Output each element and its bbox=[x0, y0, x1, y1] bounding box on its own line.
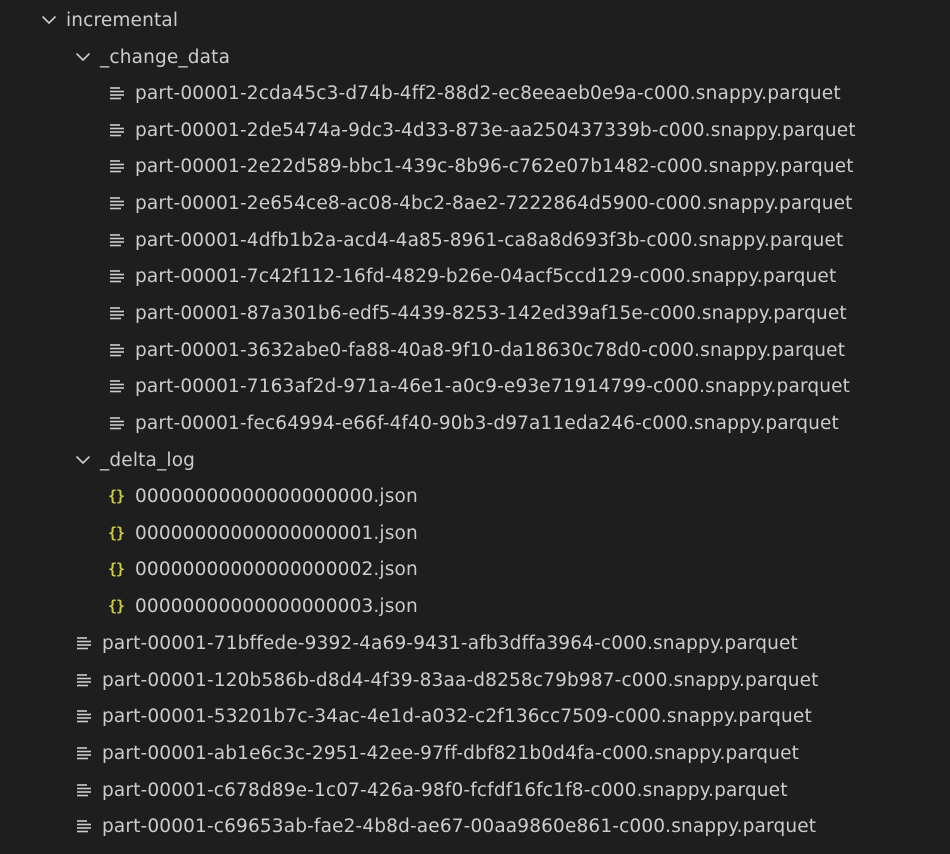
folder-delta-log[interactable]: _delta_log bbox=[74, 442, 195, 478]
folder-change-data[interactable]: _change_data bbox=[74, 39, 230, 75]
file-lines-icon bbox=[109, 342, 125, 358]
file-lines-icon bbox=[109, 268, 125, 284]
file-item[interactable]: part-00001-ab1e6c3c-2951-42ee-97ff-dbf82… bbox=[76, 735, 799, 771]
file-label: 00000000000000000003.json bbox=[135, 595, 418, 617]
file-lines-icon bbox=[109, 85, 125, 101]
file-item[interactable]: {} 00000000000000000002.json bbox=[105, 551, 418, 587]
file-item[interactable]: {} 00000000000000000001.json bbox=[105, 515, 418, 551]
file-lines-icon bbox=[76, 745, 92, 761]
file-label: part-00001-71bffede-9392-4a69-9431-afb3d… bbox=[102, 632, 798, 654]
folder-label: incremental bbox=[66, 9, 179, 31]
json-braces-icon: {} bbox=[107, 487, 125, 505]
file-lines-icon bbox=[76, 672, 92, 688]
file-item[interactable]: part-00001-87a301b6-edf5-4439-8253-142ed… bbox=[109, 295, 847, 331]
file-item[interactable]: part-00001-fec64994-e66f-4f40-90b3-d97a1… bbox=[109, 405, 839, 441]
file-lines-icon bbox=[109, 232, 125, 248]
json-braces-icon: {} bbox=[107, 560, 125, 578]
file-label: part-00001-2e654ce8-ac08-4bc2-8ae2-72228… bbox=[135, 192, 853, 214]
folder-label: _change_data bbox=[100, 46, 231, 68]
file-lines-icon bbox=[109, 158, 125, 174]
file-item[interactable]: part-00001-3632abe0-fa88-40a8-9f10-da186… bbox=[109, 332, 845, 368]
folder-label: _delta_log bbox=[100, 449, 196, 471]
file-item[interactable]: part-00001-7163af2d-971a-46e1-a0c9-e93e7… bbox=[109, 368, 850, 404]
file-item[interactable]: part-00001-120b586b-d8d4-4f39-83aa-d8258… bbox=[76, 662, 819, 698]
file-item[interactable]: part-00001-71bffede-9392-4a69-9431-afb3d… bbox=[76, 625, 798, 661]
file-label: part-00001-fec64994-e66f-4f40-90b3-d97a1… bbox=[135, 412, 839, 434]
file-label: part-00001-4dfb1b2a-acd4-4a85-8961-ca8a8… bbox=[135, 229, 844, 251]
file-label: 00000000000000000002.json bbox=[135, 558, 418, 580]
file-lines-icon bbox=[109, 305, 125, 321]
file-label: part-00001-53201b7c-34ac-4e1d-a032-c2f13… bbox=[102, 705, 812, 727]
file-lines-icon bbox=[76, 782, 92, 798]
chevron-down-icon[interactable] bbox=[74, 48, 92, 66]
file-item[interactable]: part-00001-c678d89e-1c07-426a-98f0-fcfdf… bbox=[76, 772, 788, 808]
file-label: part-00001-c678d89e-1c07-426a-98f0-fcfdf… bbox=[102, 779, 788, 801]
file-item[interactable]: part-00001-2de5474a-9dc3-4d33-873e-aa250… bbox=[109, 112, 856, 148]
file-explorer-tree: incremental _change_data part-00001-2cda… bbox=[0, 0, 950, 854]
file-item[interactable]: part-00001-2cda45c3-d74b-4ff2-88d2-ec8ee… bbox=[109, 75, 841, 111]
chevron-down-icon[interactable] bbox=[74, 451, 92, 469]
file-label: part-00001-2de5474a-9dc3-4d33-873e-aa250… bbox=[135, 119, 856, 141]
file-label: part-00001-ab1e6c3c-2951-42ee-97ff-dbf82… bbox=[102, 742, 800, 764]
file-label: part-00001-87a301b6-edf5-4439-8253-142ed… bbox=[135, 302, 847, 324]
file-label: 00000000000000000001.json bbox=[135, 522, 418, 544]
file-label: part-00001-7163af2d-971a-46e1-a0c9-e93e7… bbox=[135, 375, 851, 397]
json-braces-icon: {} bbox=[107, 597, 125, 615]
file-item[interactable]: part-00001-2e654ce8-ac08-4bc2-8ae2-72228… bbox=[109, 185, 853, 221]
file-label: part-00001-2e22d589-bbc1-439c-8b96-c762e… bbox=[135, 155, 854, 177]
file-label: part-00001-120b586b-d8d4-4f39-83aa-d8258… bbox=[102, 669, 819, 691]
file-label: part-00001-7c42f112-16fd-4829-b26e-04acf… bbox=[135, 265, 837, 287]
file-item[interactable]: part-00001-7c42f112-16fd-4829-b26e-04acf… bbox=[109, 258, 836, 294]
file-item[interactable]: {} 00000000000000000003.json bbox=[105, 588, 418, 624]
file-lines-icon bbox=[109, 415, 125, 431]
file-lines-icon bbox=[109, 122, 125, 138]
file-label: 00000000000000000000.json bbox=[135, 485, 418, 507]
file-lines-icon bbox=[76, 708, 92, 724]
chevron-down-icon[interactable] bbox=[40, 11, 58, 29]
file-item[interactable]: part-00001-4dfb1b2a-acd4-4a85-8961-ca8a8… bbox=[109, 222, 843, 258]
file-lines-icon bbox=[109, 378, 125, 394]
json-braces-icon: {} bbox=[107, 524, 125, 542]
file-lines-icon bbox=[76, 818, 92, 834]
file-lines-icon bbox=[76, 635, 92, 651]
file-label: part-00001-2cda45c3-d74b-4ff2-88d2-ec8ee… bbox=[135, 82, 841, 104]
file-item[interactable]: {} 00000000000000000000.json bbox=[105, 478, 418, 514]
file-item[interactable]: part-00001-53201b7c-34ac-4e1d-a032-c2f13… bbox=[76, 698, 812, 734]
file-lines-icon bbox=[109, 195, 125, 211]
file-item[interactable]: part-00001-c69653ab-fae2-4b8d-ae67-00aa9… bbox=[76, 808, 816, 844]
folder-incremental[interactable]: incremental bbox=[40, 2, 178, 38]
file-label: part-00001-c69653ab-fae2-4b8d-ae67-00aa9… bbox=[102, 815, 817, 837]
file-label: part-00001-3632abe0-fa88-40a8-9f10-da186… bbox=[135, 339, 846, 361]
file-item[interactable]: part-00001-2e22d589-bbc1-439c-8b96-c762e… bbox=[109, 148, 854, 184]
